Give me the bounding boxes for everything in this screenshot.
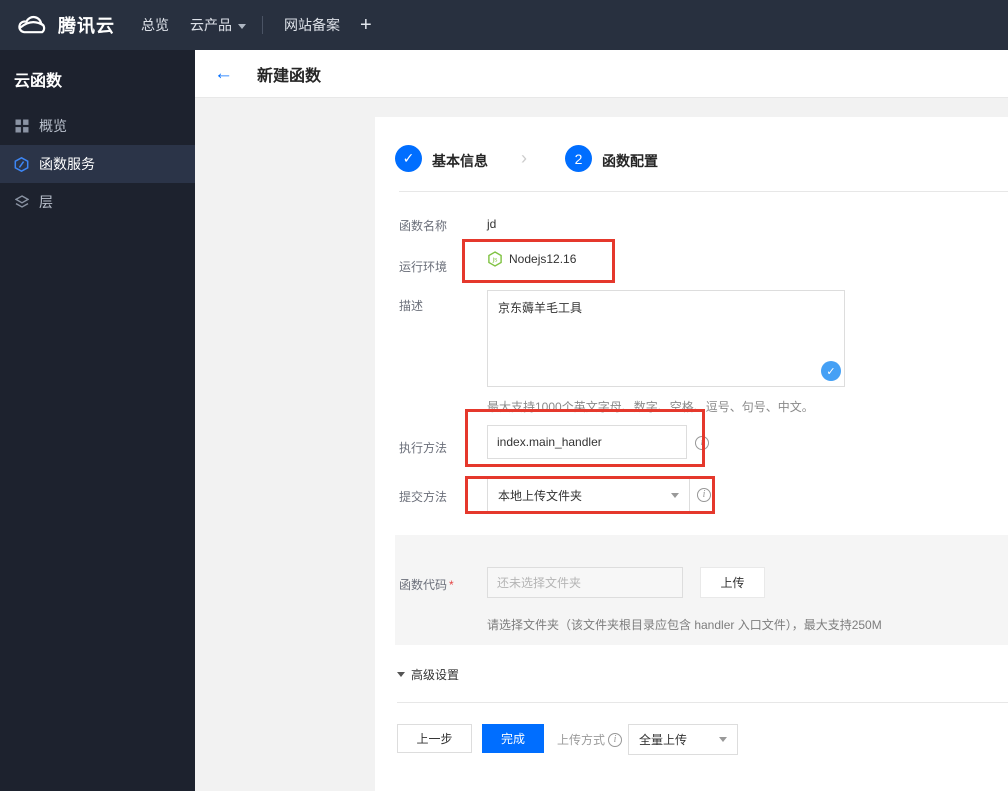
step2-indicator: 2 [565,145,592,172]
sidebar-product-title: 云函数 [14,73,63,90]
valid-check-icon: ✓ [821,361,841,381]
sidebar-item-label: 函数服务 [39,156,95,172]
sidebar-item-label: 概览 [39,118,67,134]
create-function-card: ✓ 基本信息 › 2 函数配置 函数名称 jd 运行环境 js Nodejs12… [375,117,1008,791]
chevron-down-icon [238,23,246,29]
nav-item-cloud-products[interactable]: 云产品 [190,0,246,50]
page-header: ← 新建函数 [195,50,1008,98]
nav-item-overview[interactable]: 总览 [141,0,169,50]
layers-icon [14,195,29,210]
tencent-cloud-logo-icon [14,14,50,37]
back-arrow-button[interactable]: ← [214,64,233,83]
runtime-value-group: js Nodejs12.16 [487,251,576,267]
description-hint: 最大支持1000个英文字母、数字、空格、逗号、句号、中文。 [487,400,814,414]
previous-step-button[interactable]: 上一步 [397,724,472,753]
sidebar-item-layers[interactable]: 层 [0,183,195,221]
step2-label: 函数配置 [602,153,658,169]
info-icon[interactable] [695,436,709,450]
nav-add-tab-button[interactable]: + [360,0,372,50]
runtime-label: 运行环境 [399,260,448,274]
advanced-settings-toggle[interactable]: 高级设置 [397,666,459,683]
step2-number: 2 [574,150,583,167]
grid-icon [14,119,29,134]
scf-hexagon-icon [14,156,29,172]
brand-logo-link[interactable]: 腾讯云 [14,0,115,50]
nodejs-icon: js [487,251,503,267]
page-title: 新建函数 [257,67,322,85]
handler-label: 执行方法 [399,441,448,455]
function-code-section: 函数代码* 上传 请选择文件夹（该文件夹根目录应包含 handler 入口文件）… [395,535,1008,645]
folder-path-input[interactable] [487,567,683,598]
upload-button[interactable]: 上传 [700,567,765,598]
function-name-label: 函数名称 [399,219,448,233]
svg-text:js: js [492,257,498,264]
top-navbar: 腾讯云 总览 云产品 网站备案 + [0,0,1008,50]
description-textarea[interactable]: 京东薅羊毛工具 [487,290,845,387]
triangle-down-icon [397,672,405,677]
sidebar-item-overview[interactable]: 概览 [0,107,195,145]
submit-method-select[interactable]: 本地上传文件夹 [487,478,690,512]
nav-divider [262,16,263,34]
step1-label: 基本信息 [432,153,488,169]
complete-button[interactable]: 完成 [482,724,544,753]
upload-mode-value: 全量上传 [639,733,688,747]
nav-item-icp-filing[interactable]: 网站备案 [284,0,340,50]
info-icon[interactable] [697,488,711,502]
function-code-label: 函数代码 * [399,578,454,592]
submit-method-label: 提交方法 [399,490,448,504]
submit-method-value: 本地上传文件夹 [498,488,583,503]
function-name-value: jd [487,217,497,231]
footer-divider [397,702,1008,703]
upload-mode-label: 上传方式 [557,731,623,748]
info-icon[interactable] [608,732,623,747]
description-label: 描述 [399,299,424,313]
brand-name: 腾讯云 [58,16,115,36]
sidebar-item-label: 层 [39,194,53,210]
sidebar-item-function-service[interactable]: 函数服务 [0,145,195,183]
sidebar: 云函数 概览 函数服务 层 [0,50,195,791]
required-asterisk: * [449,578,454,592]
handler-input[interactable] [487,425,687,459]
advanced-settings-label: 高级设置 [411,668,460,682]
runtime-value: Nodejs12.16 [509,252,577,266]
steps-divider [399,191,1008,192]
chevron-down-icon [671,492,679,498]
chevron-right-icon: › [521,148,527,168]
step1-indicator[interactable]: ✓ [395,145,422,172]
upload-mode-select[interactable]: 全量上传 [628,724,738,755]
chevron-down-icon [719,737,727,742]
function-code-hint: 请选择文件夹（该文件夹根目录应包含 handler 入口文件），最大支持250M [487,618,882,632]
check-icon: ✓ [402,150,415,166]
